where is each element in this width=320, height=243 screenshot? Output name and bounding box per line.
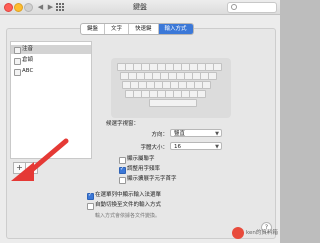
show-input-menu-checkbox[interactable] bbox=[87, 192, 94, 200]
adjust-frequency-label: 調整用字頻率 bbox=[127, 166, 161, 172]
input-source-icon bbox=[14, 58, 21, 65]
remove-input-source-button[interactable]: − bbox=[25, 162, 38, 174]
list-item-cangjie[interactable]: 倉頡 bbox=[11, 56, 91, 65]
input-source-icon bbox=[14, 69, 21, 76]
keyboard-key bbox=[202, 81, 211, 89]
input-source-icon bbox=[14, 47, 21, 54]
search-icon bbox=[231, 4, 237, 10]
adjust-frequency-checkbox[interactable] bbox=[119, 166, 126, 174]
search-field[interactable] bbox=[227, 2, 277, 13]
list-item-label: 注音 bbox=[22, 46, 34, 52]
tab-keyboard[interactable]: 鍵盤 bbox=[81, 24, 106, 34]
direction-value: 豎直 bbox=[174, 131, 186, 137]
input-sources-list: 注音 倉頡 ABC bbox=[10, 41, 92, 159]
close-window-button[interactable] bbox=[4, 3, 13, 12]
keyboard-space-key bbox=[149, 99, 197, 107]
forward-arrow-icon[interactable]: ▶ bbox=[46, 3, 55, 11]
auto-switch-checkbox[interactable] bbox=[87, 203, 94, 210]
candidate-window-label: 候選字視窗： bbox=[106, 121, 140, 127]
tab-shortcuts[interactable]: 快速鍵 bbox=[129, 24, 159, 34]
font-size-select[interactable]: 16 ▼ bbox=[170, 142, 222, 150]
auto-switch-note: 輸入方式會依據各文件變換。 bbox=[95, 213, 161, 219]
keyboard-preferences-window: ◀ ▶ 鍵盤 鍵盤 文字 快速鍵 輸入方式 注音 倉頡 ABC + − 候選字視… bbox=[0, 0, 280, 243]
chevron-down-icon: ▼ bbox=[215, 131, 219, 137]
zoom-window-button[interactable] bbox=[24, 3, 33, 12]
keyboard-key bbox=[213, 63, 222, 71]
show-all-grid-icon[interactable] bbox=[56, 3, 64, 11]
watermark: ken的資料箱 bbox=[232, 225, 280, 241]
list-item-label: ABC bbox=[22, 68, 34, 74]
font-size-label: 字體大小： bbox=[140, 145, 168, 151]
window-title: 鍵盤 bbox=[133, 3, 147, 11]
font-size-value: 16 bbox=[174, 144, 181, 150]
show-radicals-checkbox[interactable] bbox=[119, 157, 126, 164]
watermark-logo-icon bbox=[232, 227, 244, 239]
chevron-down-icon: ▼ bbox=[215, 144, 219, 150]
show-extra-chars-label: 顯示擴展字元字首字 bbox=[127, 176, 177, 182]
list-item-abc[interactable]: ABC bbox=[11, 67, 91, 76]
minimize-window-button[interactable] bbox=[14, 3, 23, 12]
list-item-zhuyin[interactable]: 注音 bbox=[11, 45, 91, 54]
tab-input-sources[interactable]: 輸入方式 bbox=[158, 24, 193, 34]
auto-switch-label: 自動切換至文件的輸入方式 bbox=[95, 202, 162, 208]
tab-text[interactable]: 文字 bbox=[105, 24, 130, 34]
tab-bar: 鍵盤 文字 快速鍵 輸入方式 bbox=[80, 23, 194, 35]
show-radicals-label: 顯示屬聯字 bbox=[127, 156, 155, 162]
back-arrow-icon[interactable]: ◀ bbox=[36, 3, 45, 11]
keyboard-key bbox=[197, 90, 206, 98]
keyboard-layout-preview bbox=[111, 58, 231, 118]
keyboard-key bbox=[208, 72, 217, 80]
show-extra-chars-checkbox[interactable] bbox=[119, 177, 126, 184]
watermark-text: ken的資料箱 bbox=[246, 230, 278, 236]
list-item-label: 倉頡 bbox=[22, 57, 34, 63]
direction-select[interactable]: 豎直 ▼ bbox=[170, 129, 222, 137]
direction-label: 方向： bbox=[151, 132, 168, 138]
show-input-menu-label: 在選單列中顯示輸入法選單 bbox=[95, 192, 162, 198]
title-bar: ◀ ▶ 鍵盤 bbox=[0, 0, 280, 15]
